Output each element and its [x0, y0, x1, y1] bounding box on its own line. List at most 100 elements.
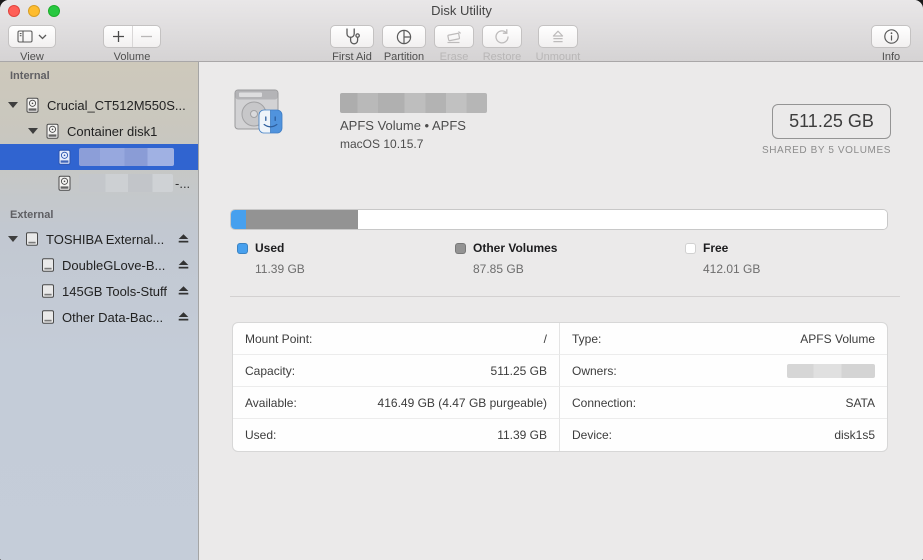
partition-button[interactable]: [382, 25, 426, 48]
volume-button-group: Volume: [103, 25, 161, 63]
eraser-icon: [444, 29, 464, 45]
owners-redacted-value: [787, 363, 875, 378]
first-aid-button[interactable]: [330, 25, 374, 48]
minus-icon: [141, 35, 152, 38]
sidebar-item-label: DoubleGLove-B...: [62, 257, 166, 273]
unmount-button-group: Unmount: [528, 25, 588, 63]
eject-button[interactable]: [177, 233, 190, 245]
volume-label: Volume: [113, 51, 151, 63]
main-content: APFS Volume • APFS macOS 10.15.7 511.25 …: [200, 62, 923, 560]
eject-button[interactable]: [177, 285, 190, 297]
external-disk-icon: [40, 283, 56, 299]
owners-label: Owners:: [572, 363, 617, 378]
type-value: APFS Volume: [800, 331, 875, 346]
external-disk-icon: [24, 231, 40, 247]
eject-icon: [178, 260, 189, 269]
used-label: Used:: [245, 428, 277, 442]
internal-disk-icon: [56, 149, 73, 166]
partition-pie-icon: [395, 28, 413, 46]
used-swatch-icon: [237, 242, 248, 254]
eject-button[interactable]: [177, 311, 190, 323]
sidebar-item-container-disk1[interactable]: Container disk1: [0, 118, 198, 144]
eject-button[interactable]: [177, 259, 190, 271]
storage-usage-bar: [230, 209, 888, 230]
sidebar: Internal Crucial_CT512M550S... Container…: [0, 62, 199, 560]
capacity-value: 511.25 GB: [490, 363, 547, 378]
volume-drive-icon: [233, 86, 287, 141]
unmount-button[interactable]: [538, 25, 578, 48]
device-value: disk1s5: [834, 428, 875, 442]
disclosure-triangle-icon[interactable]: [28, 128, 38, 134]
connection-value: SATA: [845, 395, 875, 410]
table-row-connection: Connection: SATA: [560, 387, 887, 419]
unmount-label: Unmount: [535, 51, 581, 63]
internal-disk-icon: [56, 175, 73, 192]
info-label: Info: [881, 51, 901, 63]
disclosure-triangle-icon[interactable]: [8, 102, 18, 108]
other-volumes-segment: [245, 210, 359, 229]
mount-point-label: Mount Point:: [245, 331, 313, 346]
stethoscope-icon: [342, 27, 362, 46]
table-row-available: Available: 416.49 GB (4.47 GB purgeable): [233, 387, 560, 419]
os-version: macOS 10.15.7: [340, 137, 424, 151]
eject-icon: [178, 312, 189, 321]
sidebar-item-volume-2[interactable]: -...: [0, 170, 198, 196]
redacted-volume-name: [79, 148, 174, 166]
erase-button[interactable]: [434, 25, 474, 48]
view-button[interactable]: [8, 25, 56, 48]
device-label: Device:: [572, 428, 613, 442]
capacity-label: Capacity:: [245, 363, 296, 378]
used-segment: [231, 210, 246, 229]
sidebar-item-toshiba-external[interactable]: TOSHIBA External...: [0, 226, 198, 252]
internal-disk-icon: [44, 123, 61, 140]
eject-icon: [178, 286, 189, 295]
restore-label: Restore: [482, 51, 522, 63]
erase-button-group: Erase: [430, 25, 478, 63]
sidebar-item-other-data-backup[interactable]: Other Data-Bac...: [0, 304, 198, 330]
disk-utility-window: Disk Utility View Volume First Aid Parti…: [0, 0, 923, 560]
sidebar-item-145gb-tools-stuff[interactable]: 145GB Tools-Stuff: [0, 278, 198, 304]
restore-button-group: Restore: [478, 25, 526, 63]
first-aid-label: First Aid: [332, 51, 372, 63]
section-divider: [230, 296, 900, 297]
free-segment: [358, 210, 887, 229]
info-button[interactable]: [871, 25, 911, 48]
legend-free-label: Free: [703, 241, 729, 255]
legend-other-volumes-label: Other Volumes: [473, 241, 558, 255]
unmount-eject-icon: [550, 29, 566, 45]
window-title: Disk Utility: [431, 3, 492, 18]
remove-volume-button[interactable]: [132, 26, 160, 47]
sidebar-item-label: Other Data-Bac...: [62, 309, 164, 325]
legend-used: Used 11.39 GB: [237, 241, 305, 276]
sidebar-item-label-suffix: -...: [175, 175, 191, 191]
volume-details-table: Mount Point: / Type: APFS Volume Capacit…: [232, 322, 888, 452]
available-label: Available:: [245, 395, 297, 410]
redacted-volume-name: [79, 174, 173, 192]
volume-segmented-control: [103, 25, 161, 48]
sidebar-item-label: Container disk1: [67, 123, 158, 139]
legend-other-volumes-value: 87.85 GB: [473, 262, 524, 276]
table-row-used: Used: 11.39 GB: [233, 419, 560, 451]
mount-point-value: /: [543, 331, 547, 346]
sidebar-item-label: 145GB Tools-Stuff: [62, 283, 168, 299]
sidebar-item-crucial-disk[interactable]: Crucial_CT512M550S...: [0, 92, 198, 118]
legend-other-volumes: Other Volumes 87.85 GB: [455, 241, 557, 276]
table-row-type: Type: APFS Volume: [560, 323, 887, 355]
add-volume-button[interactable]: [104, 26, 132, 47]
sidebar-item-doubleglove[interactable]: DoubleGLove-B...: [0, 252, 198, 278]
restore-button[interactable]: [482, 25, 522, 48]
legend-used-value: 11.39 GB: [255, 262, 305, 276]
erase-label: Erase: [439, 51, 469, 63]
info-icon: [883, 28, 900, 45]
free-swatch-icon: [685, 242, 696, 254]
internal-disk-icon: [24, 97, 41, 114]
used-value: 11.39 GB: [497, 428, 547, 442]
plus-icon: [112, 31, 124, 42]
partition-label: Partition: [383, 51, 425, 63]
type-label: Type:: [572, 331, 602, 346]
sidebar-item-selected-volume[interactable]: [0, 144, 198, 170]
sidebar-section-external: External: [10, 209, 54, 221]
table-row-capacity: Capacity: 511.25 GB: [233, 355, 560, 387]
disclosure-triangle-icon[interactable]: [8, 236, 18, 242]
legend-used-label: Used: [255, 241, 285, 255]
